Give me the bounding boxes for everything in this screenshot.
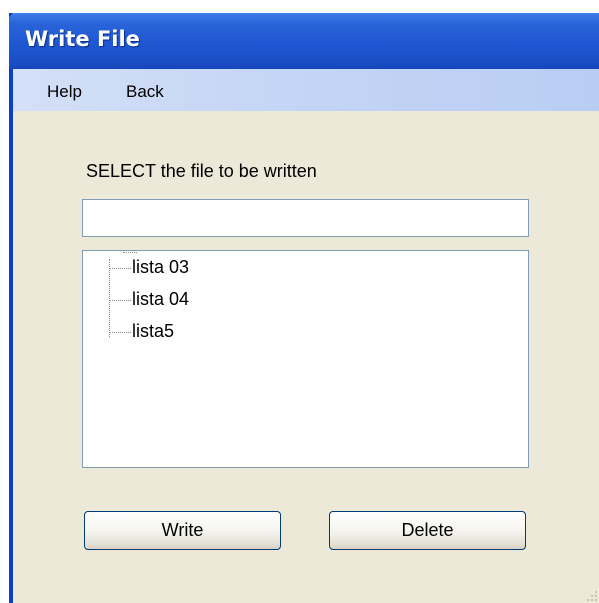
menu-item-back[interactable]: Back: [126, 82, 164, 102]
tree-node-lista5[interactable]: lista5: [109, 319, 309, 345]
resize-grip-icon[interactable]: [583, 587, 599, 603]
title-bar[interactable]: Write File: [9, 13, 599, 69]
file-name-input[interactable]: [82, 199, 529, 237]
menu-item-help[interactable]: Help: [47, 82, 82, 102]
delete-button[interactable]: Delete: [329, 511, 526, 550]
select-file-label: SELECT the file to be written: [86, 161, 317, 181]
write-button[interactable]: Write: [84, 511, 281, 550]
write-file-window: Write File Help Back SELECT the file to …: [9, 13, 599, 603]
tree-node-lista-03[interactable]: lista 03: [109, 255, 309, 281]
tree-node-label: lista5: [132, 321, 175, 341]
window-title: Write File: [25, 27, 140, 51]
tree-branch-line: [109, 332, 131, 333]
tree-branch-line: [109, 268, 131, 269]
file-tree-view[interactable]: lista 03 lista 04 lista5: [82, 250, 529, 468]
tree-node-label: lista 03: [132, 257, 190, 277]
tree-root-connector: [123, 252, 137, 253]
client-area: SELECT the file to be written lista 03 l…: [13, 111, 599, 603]
menu-bar: Help Back: [13, 69, 599, 111]
tree-node-label: lista 04: [132, 289, 190, 309]
tree-node-lista-04[interactable]: lista 04: [109, 287, 309, 313]
tree-branch-line: [109, 300, 131, 301]
